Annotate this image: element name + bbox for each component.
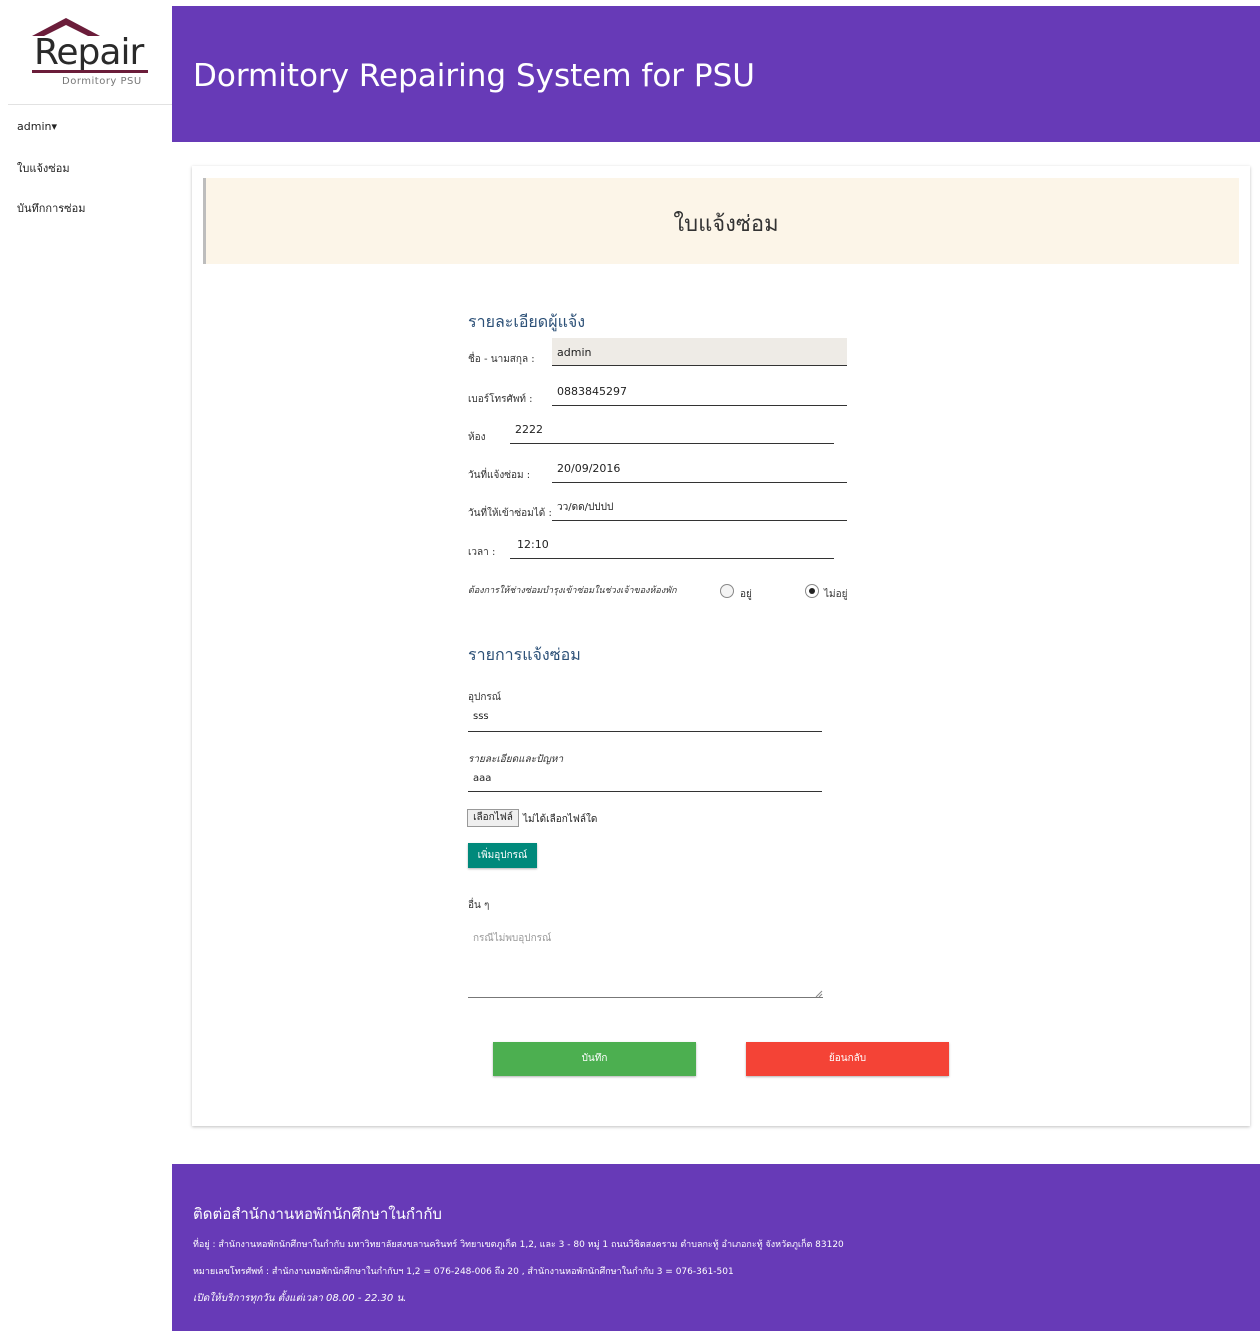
time-field[interactable]: 12:10 — [517, 538, 549, 551]
page-header: Dormitory Repairing System for PSU — [172, 6, 1260, 142]
equipment-field[interactable]: sss — [473, 711, 489, 722]
sidebar-item-repair-request[interactable]: ใบแจ้งซ่อม — [17, 159, 70, 177]
report-date-label: วันที่แจ้งซ่อม : — [468, 470, 531, 481]
sidebar: Repair Dormitory PSU admin▾ ใบแจ้งซ่อม บ… — [0, 0, 172, 1331]
available-date-field[interactable]: วว/ดด/ปปปป — [557, 500, 613, 515]
form-card — [192, 166, 1250, 1126]
name-label: ชื่อ - นามสกุล : — [468, 354, 535, 365]
report-date-field[interactable]: 20/09/2016 — [557, 462, 620, 475]
logo-subtitle: Dormitory PSU — [62, 76, 142, 87]
user-menu[interactable]: admin▾ — [17, 120, 57, 133]
radio-absent-label: ไม่อยู่ — [824, 589, 848, 600]
form-title-banner: ใบแจ้งซ่อม — [203, 178, 1239, 264]
back-button[interactable]: ย้อนกลับ — [746, 1042, 949, 1076]
other-label: อื่น ๆ — [468, 900, 490, 911]
save-button[interactable]: บันทึก — [493, 1042, 696, 1076]
footer-phones: หมายเลขโทรศัพท์ : สำนักงานหอพักนักศึกษาใ… — [193, 1267, 734, 1277]
items-section-heading: รายการแจ้งซ่อม — [468, 645, 581, 664]
footer-address: ที่อยู่ : สำนักงานหอพักนักศึกษาในกำกับ ม… — [193, 1240, 844, 1250]
sidebar-item-repair-log[interactable]: บันทึกการซ่อม — [17, 199, 85, 217]
form-title: ใบแจ้งซ่อม — [673, 212, 779, 237]
add-equipment-button[interactable]: เพิ่มอุปกรณ์ — [468, 843, 537, 868]
room-field[interactable]: 2222 — [515, 423, 543, 436]
other-textarea[interactable]: กรณีไม่พบอุปกรณ์ — [473, 931, 551, 946]
radio-present[interactable] — [720, 584, 734, 598]
app-title: Dormitory Repairing System for PSU — [193, 58, 755, 94]
time-label: เวลา : — [468, 547, 496, 558]
sidebar-divider — [8, 104, 172, 105]
file-status-text: ไม่ได้เลือกไฟล์ใด — [523, 814, 598, 825]
detail-label: รายละเอียดและปัญหา — [468, 754, 564, 765]
repair-logo[interactable]: Repair Dormitory PSU — [30, 18, 152, 94]
choose-file-button[interactable]: เลือกไฟล์ — [467, 809, 519, 827]
footer-title: ติดต่อสำนักงานหอพักนักศึกษาในกำกับ — [193, 1205, 442, 1223]
available-date-label: วันที่ให้เข้าซ่อมได้ : — [468, 508, 552, 519]
phone-field[interactable]: 0883845297 — [557, 385, 627, 398]
room-label: ห้อง — [468, 432, 486, 443]
radio-selected-dot — [809, 588, 815, 594]
radio-present-label: อยู่ — [740, 589, 752, 600]
equipment-label: อุปกรณ์ — [468, 692, 502, 703]
detail-field[interactable]: aaa — [473, 773, 491, 784]
phone-label: เบอร์โทรศัพท์ : — [468, 394, 533, 405]
name-value: admin — [557, 346, 592, 359]
logo-word: Repair — [34, 32, 144, 73]
name-field — [552, 338, 847, 366]
page-footer: ติดต่อสำนักงานหอพักนักศึกษาในกำกับ ที่อย… — [172, 1164, 1260, 1331]
presence-question: ต้องการให้ช่างซ่อมบำรุงเข้าซ่อมในช่วงเจ้… — [468, 586, 677, 596]
reporter-section-heading: รายละเอียดผู้แจ้ง — [468, 312, 586, 331]
radio-absent[interactable] — [805, 584, 819, 598]
footer-hours: เปิดให้บริการทุกวัน ตั้งแต่เวลา 08.00 - … — [193, 1293, 407, 1304]
resize-grip-icon[interactable] — [815, 990, 823, 998]
